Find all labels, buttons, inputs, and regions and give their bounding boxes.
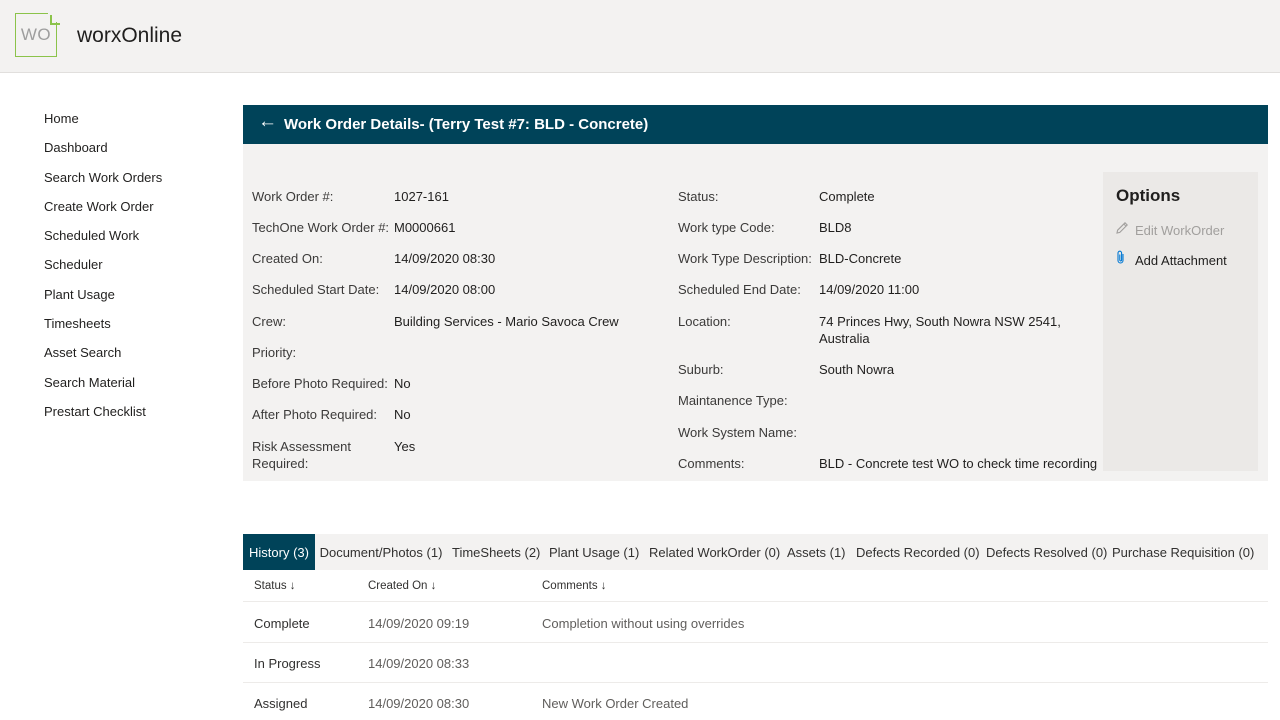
label-maintenance-type: Maintanence Type: (678, 393, 788, 408)
label-work-type-code: Work type Code: (678, 220, 775, 235)
edit-workorder-button[interactable]: Edit WorkOrder (1115, 221, 1224, 238)
add-attachment-button[interactable]: Add Attachment (1115, 250, 1227, 268)
nav-item-dashboard[interactable]: Dashboard (44, 133, 162, 162)
cell-comments: Completion without using overrides (542, 616, 745, 631)
value-suburb: South Nowra (819, 362, 895, 377)
paperclip-icon (1115, 250, 1135, 268)
tab-assets[interactable]: Assets (1) (787, 534, 846, 570)
value-after-photo: No (394, 407, 411, 422)
cell-status: In Progress (254, 656, 321, 671)
value-risk-assessment: Yes (394, 439, 416, 454)
work-order-header: ← Work Order Details- (Terry Test #7: BL… (243, 105, 1268, 144)
nav-item-plant-usage[interactable]: Plant Usage (44, 280, 162, 309)
nav-item-prestart-checklist[interactable]: Prestart Checklist (44, 397, 162, 426)
value-comments: BLD - Concrete test WO to check time rec… (819, 456, 1098, 471)
top-bar: WO worxOnline (0, 0, 1280, 73)
logo-notch (48, 12, 60, 25)
column-header-status[interactable]: Status ↓ (254, 580, 296, 592)
label-priority: Priority: (252, 345, 297, 360)
tab-plant-usage[interactable]: Plant Usage (1) (549, 534, 639, 570)
value-scheduled-start: 14/09/2020 08:00 (394, 282, 496, 297)
value-location: 74 Princes Hwy, South Nowra NSW 2541, Au… (819, 314, 1061, 346)
value-work-type-code: BLD8 (819, 220, 852, 235)
value-scheduled-end: 14/09/2020 11:00 (819, 282, 920, 297)
cell-status: Assigned (254, 696, 308, 711)
nav-item-asset-search[interactable]: Asset Search (44, 338, 162, 367)
history-grid-header: Status ↓ Created On ↓ Comments ↓ (243, 572, 1268, 602)
label-techone-work-order: TechOne Work Order #: (252, 220, 390, 235)
logo-text: WO (20, 25, 52, 44)
label-scheduled-end: Scheduled End Date: (678, 282, 801, 297)
add-attachment-label: Add Attachment (1135, 253, 1227, 268)
table-row[interactable]: Assigned 14/09/2020 08:30 New Work Order… (243, 683, 1268, 720)
value-crew: Building Services - Mario Savoca Crew (394, 314, 619, 329)
tab-history[interactable]: History (3) (243, 534, 315, 570)
value-status: Complete (819, 189, 875, 204)
nav-item-home[interactable]: Home (44, 104, 162, 133)
app-logo[interactable]: WO (15, 12, 60, 57)
tab-timesheets[interactable]: TimeSheets (2) (452, 534, 540, 570)
cell-created-on: 14/09/2020 09:19 (368, 616, 470, 631)
pencil-icon (1115, 221, 1135, 238)
options-title: Options (1116, 186, 1181, 205)
nav-item-search-work-orders[interactable]: Search Work Orders (44, 163, 162, 192)
app-title: worxOnline (77, 24, 183, 47)
nav-item-create-work-order[interactable]: Create Work Order (44, 192, 162, 221)
tab-defects-recorded[interactable]: Defects Recorded (0) (856, 534, 980, 570)
cell-created-on: 14/09/2020 08:33 (368, 656, 470, 671)
value-work-order-number: 1027-161 (394, 189, 449, 204)
label-risk-assessment: Risk Assessment Required: (252, 439, 351, 471)
label-comments: Comments: (678, 456, 745, 471)
label-crew: Crew: (252, 314, 286, 329)
back-arrow-icon[interactable]: ← (258, 112, 277, 132)
page-title: Work Order Details- (Terry Test #7: BLD … (284, 116, 649, 133)
label-status: Status: (678, 189, 719, 204)
label-work-system-name: Work System Name: (678, 425, 797, 440)
detail-tabs: History (3) Document/Photos (1) TimeShee… (243, 534, 1268, 570)
label-before-photo: Before Photo Required: (252, 376, 388, 391)
label-after-photo: After Photo Required: (252, 407, 378, 422)
nav-item-timesheets[interactable]: Timesheets (44, 309, 162, 338)
label-location: Location: (678, 314, 731, 329)
column-header-created-on[interactable]: Created On ↓ (368, 580, 436, 592)
table-row[interactable]: In Progress 14/09/2020 08:33 (243, 643, 1268, 683)
nav-item-search-material[interactable]: Search Material (44, 368, 162, 397)
side-nav: Home Dashboard Search Work Orders Create… (44, 104, 162, 426)
cell-comments: New Work Order Created (542, 696, 689, 711)
label-created-on: Created On: (252, 251, 323, 266)
table-row[interactable]: Complete 14/09/2020 09:19 Completion wit… (243, 603, 1268, 643)
cell-status: Complete (254, 616, 310, 631)
tab-related-workorder[interactable]: Related WorkOrder (0) (649, 534, 780, 570)
label-suburb: Suburb: (678, 362, 724, 377)
edit-workorder-label: Edit WorkOrder (1135, 223, 1225, 238)
nav-item-scheduler[interactable]: Scheduler (44, 250, 162, 279)
tab-purchase-requisition[interactable]: Purchase Requisition (0) (1112, 534, 1254, 570)
cell-created-on: 14/09/2020 08:30 (368, 696, 470, 711)
column-header-comments[interactable]: Comments ↓ (542, 580, 607, 592)
value-created-on: 14/09/2020 08:30 (394, 251, 496, 266)
work-order-details-panel: Work Order #: 1027-161 TechOne Work Orde… (243, 144, 1268, 481)
value-work-type-description: BLD-Concrete (819, 251, 902, 266)
label-work-order-number: Work Order #: (252, 189, 334, 204)
label-scheduled-start: Scheduled Start Date: (252, 282, 380, 297)
value-before-photo: No (394, 376, 411, 391)
tab-document-photos[interactable]: Document/Photos (1) (319, 534, 443, 570)
tab-defects-resolved[interactable]: Defects Resolved (0) (986, 534, 1107, 570)
nav-item-scheduled-work[interactable]: Scheduled Work (44, 221, 162, 250)
value-techone-work-order: M0000661 (394, 220, 456, 235)
options-panel: Options Edit WorkOrder Add Attachment (1103, 172, 1258, 471)
label-work-type-description: Work Type Description: (678, 251, 812, 266)
